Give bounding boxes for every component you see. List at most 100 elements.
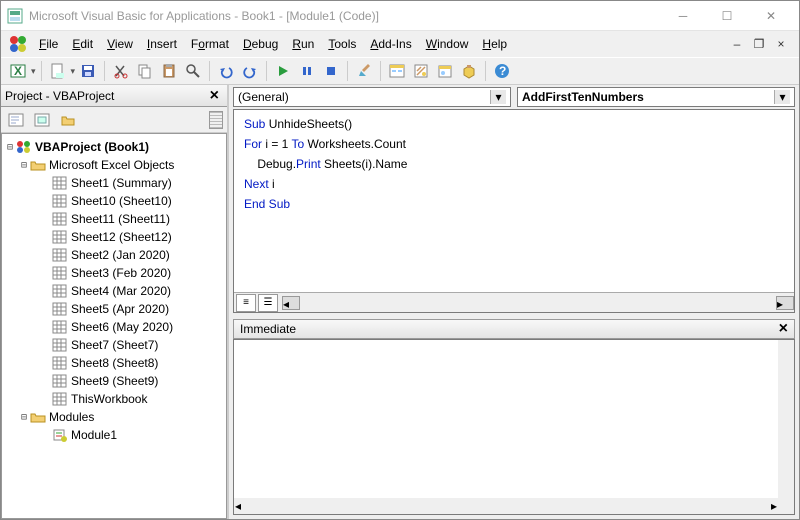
scroll-right-button[interactable]: ▸ [776,296,794,310]
menu-addins[interactable]: Add-Ins [364,34,417,54]
break-button[interactable] [296,60,318,82]
menu-file[interactable]: File [33,34,64,54]
dropdown-arrow-icon[interactable]: ▾ [490,90,506,104]
close-button[interactable]: ✕ [749,2,793,30]
cut-button[interactable] [110,60,132,82]
dropdown-arrow-icon[interactable]: ▾ [71,66,76,77]
properties-button[interactable] [410,60,432,82]
immediate-close-button[interactable]: × [779,320,788,338]
menu-help[interactable]: Help [476,34,513,54]
mdi-minimize-button[interactable]: – [729,37,745,51]
tree-sheet-item[interactable]: Sheet1 (Summary) [4,174,224,192]
scroll-left-button[interactable]: ◂ [235,499,241,513]
maximize-button[interactable]: ☐ [705,2,749,30]
minimize-button[interactable]: ─ [661,2,705,30]
tree-sheet-item[interactable]: Sheet5 (Apr 2020) [4,300,224,318]
run-button[interactable] [272,60,294,82]
dropdown-arrow-icon[interactable]: ▾ [774,90,790,104]
full-module-view-button[interactable]: ☰ [258,294,278,312]
tree-module1[interactable]: Module1 [4,426,224,444]
tree-excel-objects[interactable]: ⊟ Microsoft Excel Objects [4,156,224,174]
menu-run-label: un [301,37,314,51]
tree-modules-folder[interactable]: ⊟ Modules [4,408,224,426]
menu-addins-label: dd-Ins [378,37,411,51]
toolbox-button[interactable] [458,60,480,82]
save-button[interactable] [77,60,99,82]
copy-button[interactable] [134,60,156,82]
tree-root[interactable]: ⊟ VBAProject (Book1) [4,138,224,156]
tree-sheet-item[interactable]: Sheet6 (May 2020) [4,318,224,336]
menu-tools[interactable]: Tools [322,34,362,54]
immediate-window[interactable]: ◂ ▸ [233,339,795,515]
tree-sheet-item[interactable]: Sheet3 (Feb 2020) [4,264,224,282]
view-code-button[interactable] [5,109,27,131]
scroll-left-button[interactable]: ◂ [282,296,300,310]
view-object-button[interactable] [31,109,53,131]
paste-button[interactable] [158,60,180,82]
tree-module1-label: Module1 [71,428,117,442]
toggle-folders-button[interactable] [57,109,79,131]
mdi-restore-button[interactable]: ❐ [751,37,767,51]
vbaproject-icon [16,140,32,154]
code-hscrollbar[interactable]: ◂ ▸ [278,295,794,311]
menu-format[interactable]: Format [185,34,235,54]
tree-sheet-item[interactable]: Sheet9 (Sheet9) [4,372,224,390]
mdi-close-button[interactable]: × [773,37,789,51]
immediate-hscrollbar[interactable]: ◂ ▸ [234,498,778,514]
tree-sheet-item[interactable]: Sheet7 (Sheet7) [4,336,224,354]
tree-sheet-label: Sheet11 (Sheet11) [71,212,170,226]
menu-window[interactable]: Window [420,34,475,54]
menu-view[interactable]: View [101,34,139,54]
menu-insert[interactable]: Insert [141,34,183,54]
project-tree[interactable]: ⊟ VBAProject (Book1) ⊟ Microsoft Excel O… [1,133,227,519]
worksheet-icon [52,266,68,280]
object-browser-button[interactable] [434,60,456,82]
menu-run[interactable]: Run [286,34,320,54]
menu-view-label: iew [115,37,133,51]
work-area: Project - VBAProject × ⊟ VBAProject (Boo… [1,85,799,519]
tree-sheet-label: Sheet6 (May 2020) [71,320,173,334]
insert-button[interactable] [47,60,69,82]
tree-sheet-item[interactable]: Sheet12 (Sheet12) [4,228,224,246]
dropdown-arrow-icon[interactable]: ▾ [31,66,36,77]
tree-sheet-label: Sheet2 (Jan 2020) [71,248,170,262]
menu-bar: File Edit View Insert Format Debug Run T… [1,31,799,57]
immediate-vscrollbar[interactable] [778,340,794,514]
tree-sheet-item[interactable]: Sheet8 (Sheet8) [4,354,224,372]
object-combo[interactable]: (General) ▾ [233,87,511,107]
tree-sheet-item[interactable]: Sheet4 (Mar 2020) [4,282,224,300]
tree-sheet-item[interactable]: Sheet2 (Jan 2020) [4,246,224,264]
project-explorer-button[interactable] [386,60,408,82]
tree-sheet-item[interactable]: Sheet11 (Sheet11) [4,210,224,228]
tree-sheet-item[interactable]: Sheet10 (Sheet10) [4,192,224,210]
project-explorer-toolbar [1,107,227,133]
undo-button[interactable] [215,60,237,82]
tree-sheet-label: Sheet10 (Sheet10) [71,194,172,208]
tree-sheet-item[interactable]: ThisWorkbook [4,390,224,408]
tree-sheet-label: Sheet4 (Mar 2020) [71,284,171,298]
view-excel-button[interactable]: X [7,60,29,82]
design-mode-button[interactable] [353,60,375,82]
code-editor[interactable]: Sub UnhideSheets() For i = 1 To Workshee… [233,109,795,313]
redo-button[interactable] [239,60,261,82]
module-icon [52,428,68,442]
menu-help-label: elp [491,37,507,51]
worksheet-icon [52,176,68,190]
project-explorer-close-button[interactable]: × [206,87,223,105]
menu-edit[interactable]: Edit [66,34,99,54]
combo-row: (General) ▾ AddFirstTenNumbers ▾ [229,85,799,109]
find-button[interactable] [182,60,204,82]
project-explorer-header: Project - VBAProject × [1,85,227,107]
reset-button[interactable] [320,60,342,82]
tree-root-label: VBAProject (Book1) [35,140,149,154]
menu-debug[interactable]: Debug [237,34,284,54]
help-button[interactable]: ? [491,60,513,82]
tree-sheet-label: Sheet7 (Sheet7) [71,338,158,352]
worksheet-icon [52,212,68,226]
procedure-combo[interactable]: AddFirstTenNumbers ▾ [517,87,795,107]
code-body[interactable]: Sub UnhideSheets() For i = 1 To Workshee… [234,110,794,292]
toolbar-grip[interactable] [209,111,223,129]
tree-sheet-label: Sheet5 (Apr 2020) [71,302,169,316]
scroll-right-button[interactable]: ▸ [771,499,777,513]
procedure-view-button[interactable]: ≡ [236,294,256,312]
